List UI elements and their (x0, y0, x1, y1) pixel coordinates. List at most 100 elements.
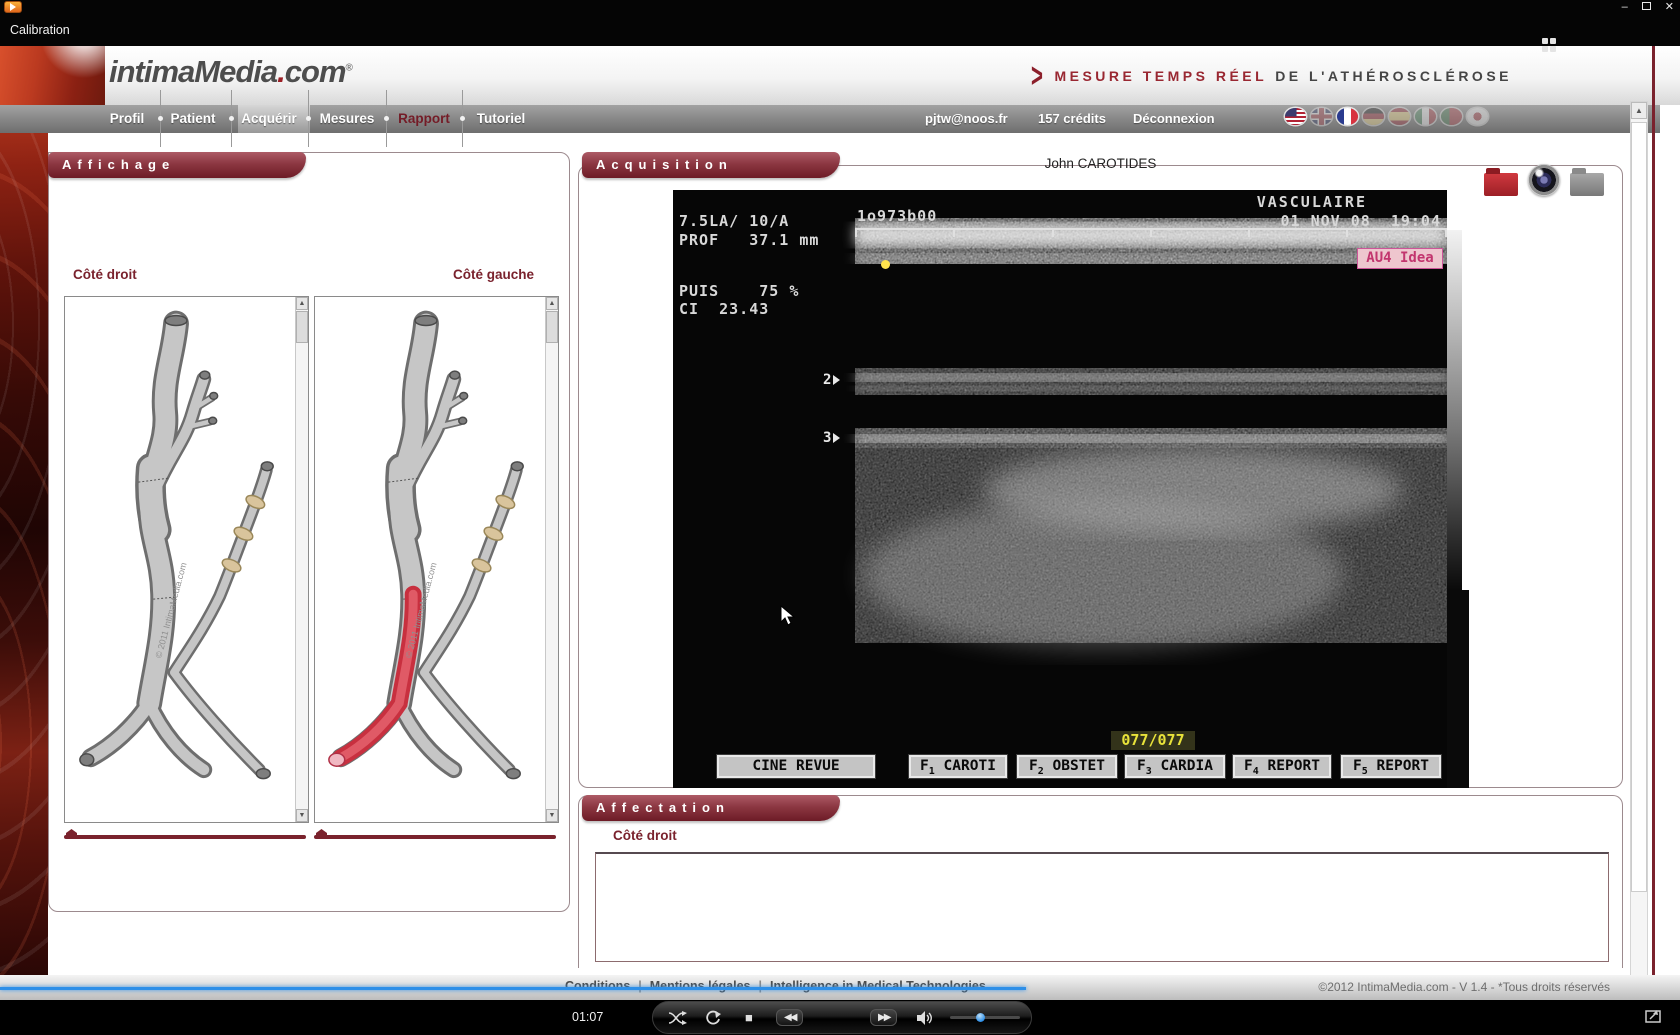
nav-bullet (229, 116, 234, 121)
fast-forward-button[interactable]: ▶▶ (870, 1000, 897, 1035)
acquisition-panel-tab: Acquisition (582, 152, 840, 178)
wmp-app-icon (4, 1, 22, 13)
stop-button[interactable]: ■ (745, 1000, 753, 1035)
shuffle-button[interactable] (668, 1000, 688, 1035)
copyright-text: ©2012 IntimaMedia.com - V 1.4 - *Tous dr… (1318, 980, 1610, 994)
affichage-panel-tab: Affichage (48, 152, 306, 178)
nav-item-mesures[interactable]: Mesures (320, 111, 375, 126)
f4-report-button[interactable]: F4 REPORT (1233, 755, 1331, 778)
volume-slider[interactable] (950, 1016, 1020, 1019)
ultrasound-edge-block (1447, 590, 1469, 788)
speaker-icon (916, 1011, 936, 1025)
carotid-artery-illustration-highlighted: © 2011 IntimaMedia.com (315, 297, 545, 822)
site-header: intimaMedia.com® > Mesure temps réel de … (105, 46, 1680, 105)
diagram-scrollbar[interactable]: ▲ ▼ (295, 297, 308, 822)
scroll-up-icon[interactable]: ▲ (546, 297, 558, 310)
slider-handle[interactable] (316, 829, 327, 838)
diagram-scrollbar[interactable]: ▲ ▼ (545, 297, 558, 822)
decorative-red-banner (0, 46, 48, 975)
cine-revue-button[interactable]: CINE REVUE (717, 755, 875, 778)
logo-suffix: com (285, 54, 346, 89)
frame-counter: 077/077 (1111, 731, 1195, 750)
gray-folder-icon[interactable] (1570, 173, 1604, 196)
measure-marker-2: 2 (823, 372, 840, 388)
mentions-legales-link[interactable]: Mentions légales (650, 979, 751, 993)
us-depth-info: PROF 37.1 mm (679, 231, 819, 249)
red-folder-icon[interactable] (1484, 173, 1518, 196)
nav-item-rapport[interactable]: Rapport (398, 111, 450, 126)
scroll-thumb[interactable] (296, 311, 308, 343)
site-slogan: > Mesure temps réel de l'Athérosclérose (1027, 59, 1512, 93)
fr-flag-icon[interactable] (1337, 108, 1358, 125)
media-player-window: – ✕ Calibration intimaMedia.com® > Mesur… (0, 0, 1680, 1035)
depth-ruler (855, 228, 1447, 230)
es-flag-icon[interactable] (1389, 108, 1410, 125)
scroll-down-icon[interactable]: ▼ (296, 809, 308, 822)
nav-item-patient[interactable]: Patient (170, 111, 215, 126)
volume-thumb[interactable] (976, 1013, 985, 1022)
ultrasound-speckle-texture (673, 190, 1447, 788)
scroll-up-icon[interactable]: ▲ (1631, 102, 1647, 119)
affectation-panel-tab: Affectation (582, 795, 840, 821)
chevron-icon: > (1031, 59, 1043, 93)
affectation-cote-droit-label: Côté droit (613, 828, 677, 843)
us-power-info: PUIS 75 % (679, 282, 799, 300)
affichage-title: Affichage (62, 157, 175, 172)
shuffle-icon (668, 1011, 688, 1025)
zoom-slider-left-side[interactable] (314, 835, 556, 839)
decorative-red-banner-top (0, 46, 105, 105)
maximize-button[interactable] (1642, 2, 1651, 13)
rewind-button[interactable]: ◀◀ (776, 1000, 803, 1035)
nav-bullet (306, 116, 311, 121)
us-flag-icon[interactable] (1285, 108, 1306, 125)
cote-droit-label: Côté droit (73, 267, 137, 282)
red-segment-cap (329, 753, 345, 766)
carotid-diagram-right-side[interactable]: © 2011 IntimaMedia.com ▲ ▼ (64, 296, 309, 823)
close-button[interactable]: ✕ (1665, 2, 1674, 13)
nav-item-tutoriel[interactable]: Tutoriel (477, 111, 526, 126)
slider-handle[interactable] (66, 829, 77, 838)
scroll-thumb[interactable] (1631, 122, 1647, 892)
elapsed-time: 01:07 (572, 1010, 603, 1024)
nav-item-acquerir[interactable]: Acquérir (241, 111, 297, 126)
application-page: intimaMedia.com® > Mesure temps réel de … (0, 46, 1680, 1000)
nav-item-profil[interactable]: Profil (110, 111, 145, 126)
scroll-up-icon[interactable]: ▲ (296, 297, 308, 310)
main-navigation: Profil Patient Acquérir Mesures Rapport … (0, 105, 1660, 133)
carotid-diagram-left-side[interactable]: © 2011 IntimaMedia.com ▲ ▼ (314, 296, 559, 823)
preset-badge: AU4 Idea (1357, 248, 1443, 269)
switch-to-library-icon[interactable] (1542, 38, 1557, 53)
f5-report-button[interactable]: F5 REPORT (1341, 755, 1441, 778)
imt-link[interactable]: Intelligence in Medical Technologies (770, 979, 986, 993)
jp-flag-icon[interactable] (1467, 108, 1488, 125)
de-flag-icon[interactable] (1363, 108, 1384, 125)
f2-obstet-button[interactable]: F2 OBSTET (1017, 755, 1117, 778)
affectation-textarea[interactable] (595, 852, 1609, 962)
scroll-down-icon[interactable]: ▼ (546, 809, 558, 822)
repeat-icon (704, 1010, 722, 1026)
f1-caroti-button[interactable]: F1 CAROTI (909, 755, 1007, 778)
ultrasound-image[interactable]: VASCULAIRE 01 NOV 08 19:04 7.5LA/ 10/A P… (673, 190, 1447, 788)
repeat-button[interactable] (704, 1000, 722, 1035)
logout-link[interactable]: Déconnexion (1133, 111, 1215, 126)
pt-flag-icon[interactable] (1441, 108, 1462, 125)
site-logo: intimaMedia.com® (109, 54, 352, 90)
video-seek-progress[interactable] (0, 987, 1026, 990)
page-scrollbar[interactable]: ▲ ▼ (1630, 101, 1648, 1000)
fullscreen-icon (1645, 1009, 1662, 1024)
camera-snapshot-icon[interactable] (1528, 164, 1560, 196)
it-flag-icon[interactable] (1415, 108, 1436, 125)
f3-cardia-button[interactable]: F3 CARDIA (1125, 755, 1225, 778)
credits-count: 157 crédits (1038, 111, 1106, 126)
window-titlebar: – ✕ (0, 0, 1680, 14)
fullscreen-toggle-button[interactable] (1645, 1009, 1662, 1029)
scroll-thumb[interactable] (546, 311, 558, 343)
marker-arrow-icon (833, 433, 840, 443)
measure-marker-3: 3 (823, 430, 840, 446)
zoom-slider-right-side[interactable] (64, 835, 306, 839)
uk-flag-icon[interactable] (1311, 108, 1332, 125)
footer-links: Conditions|Mentions légales|Intelligence… (565, 979, 986, 993)
minimize-button[interactable]: – (1622, 2, 1628, 13)
conditions-link[interactable]: Conditions (565, 979, 630, 993)
mute-button[interactable] (916, 1000, 936, 1035)
